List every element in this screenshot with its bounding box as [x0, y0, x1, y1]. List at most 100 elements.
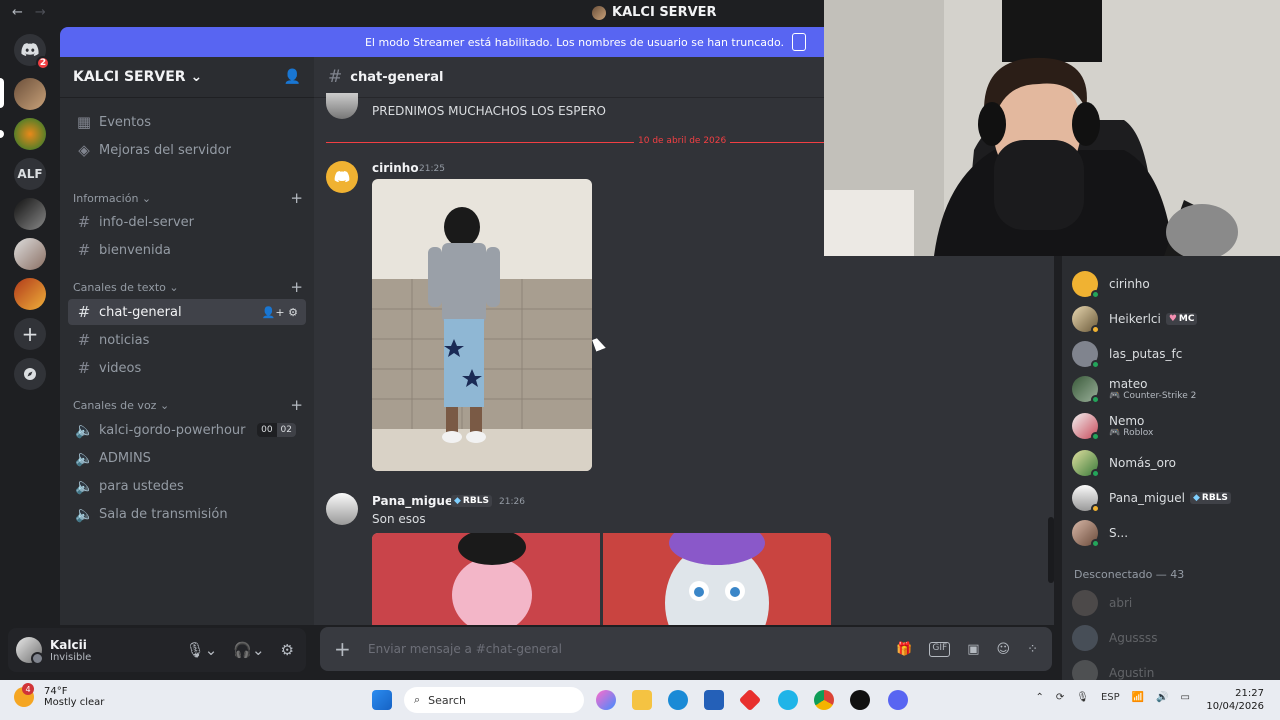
battery-icon[interactable]: ▭: [1181, 692, 1190, 703]
invite-people-icon[interactable]: 👤: [284, 69, 301, 85]
category-text[interactable]: Canales de texto ⌄ +: [73, 278, 303, 296]
add-channel-icon[interactable]: +: [290, 396, 303, 414]
user-status: Invisible: [50, 651, 92, 663]
wifi-icon[interactable]: 📶: [1132, 692, 1144, 703]
avatar: [1072, 450, 1100, 478]
speaker-icon: 🔈: [75, 421, 94, 439]
volume-icon[interactable]: 🔊: [1156, 692, 1168, 703]
add-channel-icon[interactable]: +: [290, 278, 303, 296]
server-face[interactable]: [14, 238, 46, 270]
app-blue-icon[interactable]: [778, 690, 798, 710]
server-orange[interactable]: [14, 118, 46, 150]
channel-info-del-server[interactable]: # info-del-server: [68, 209, 306, 235]
channel-videos[interactable]: # videos: [68, 355, 306, 381]
emoji-icon[interactable]: ☺: [997, 642, 1011, 657]
server-header[interactable]: KALCI SERVER ⌄ 👤: [60, 57, 314, 98]
voice-channel-admins[interactable]: 🔈 ADMINS: [68, 445, 306, 471]
obs-icon[interactable]: [850, 690, 870, 710]
member-item[interactable]: mateo 🎮 Counter-Strike 2: [1072, 373, 1196, 405]
store-icon[interactable]: [704, 690, 724, 710]
headphones-icon[interactable]: 🎧⌄: [233, 641, 264, 659]
refresh-icon[interactable]: ⟳: [1056, 692, 1064, 703]
member-name: Nomás_oro: [1109, 456, 1176, 470]
avatar[interactable]: [326, 493, 358, 525]
member-item[interactable]: Agussss: [1072, 622, 1157, 654]
member-item[interactable]: Agustin: [1072, 657, 1154, 680]
unread-pill: [0, 130, 4, 138]
avatar[interactable]: [16, 637, 44, 665]
direct-messages-button[interactable]: 2: [14, 34, 50, 70]
chrome-icon[interactable]: [814, 690, 834, 710]
server-kalci[interactable]: [14, 78, 46, 110]
chat-scrollbar[interactable]: [1048, 517, 1054, 583]
taskbar-clock[interactable]: 21:27 10/04/2026: [1206, 687, 1264, 713]
member-item[interactable]: cirinho: [1072, 268, 1150, 300]
settings-gear-icon[interactable]: ⚙: [281, 641, 294, 659]
taskbar-search[interactable]: ⌕ Search: [404, 687, 584, 713]
explore-button[interactable]: [14, 358, 46, 390]
voice-channel-para-ustedes[interactable]: 🔈 para ustedes: [68, 473, 306, 499]
add-server-button[interactable]: +: [14, 318, 46, 350]
server-alf[interactable]: ALF: [14, 158, 46, 190]
category-info[interactable]: Información ⌄ +: [73, 189, 303, 207]
speaker-icon: 🔈: [75, 449, 94, 467]
message-input[interactable]: Enviar mensaje a #chat-general: [368, 642, 848, 656]
avatar: [1072, 485, 1100, 513]
add-channel-icon[interactable]: +: [290, 189, 303, 207]
gif-icon[interactable]: GIF: [929, 641, 951, 657]
channel-chat-general[interactable]: # chat-general 👤+ ⚙: [68, 299, 306, 325]
language-indicator[interactable]: ESP: [1101, 692, 1120, 703]
member-item[interactable]: las_putas_fc: [1072, 338, 1182, 370]
events-item[interactable]: ▦ Eventos: [68, 109, 306, 135]
chevron-up-icon[interactable]: ⌃: [1035, 692, 1043, 703]
message-author[interactable]: cirinho: [372, 161, 419, 175]
server-dark[interactable]: [14, 198, 46, 230]
member-activity: Counter-Strike 2: [1123, 391, 1197, 401]
member-item[interactable]: S...: [1072, 517, 1128, 549]
image-attachment[interactable]: [372, 533, 600, 625]
discord-taskbar-icon[interactable]: [888, 690, 908, 710]
member-tag: ◆ RBLS: [1189, 492, 1231, 504]
member-name: S...: [1109, 526, 1129, 540]
file-explorer-icon[interactable]: [632, 690, 652, 710]
server-game[interactable]: [14, 278, 46, 310]
member-item[interactable]: abri: [1072, 587, 1132, 619]
hash-icon: #: [328, 67, 343, 87]
avatar: [1072, 413, 1100, 441]
channel-label: videos: [99, 360, 142, 376]
message-author[interactable]: Pana_miguel: [372, 494, 457, 508]
sticker-icon[interactable]: ▣: [967, 642, 979, 657]
image-attachment[interactable]: [603, 533, 831, 625]
channel-noticias[interactable]: # noticias: [68, 327, 306, 353]
mic-tray-icon[interactable]: 🎙: [1076, 692, 1089, 703]
member-item[interactable]: Pana_miguel ◆ RBLS: [1072, 482, 1231, 514]
upload-plus-icon[interactable]: +: [334, 637, 352, 661]
app-red-icon[interactable]: [738, 688, 762, 712]
edge-icon[interactable]: [668, 690, 688, 710]
avatar[interactable]: [326, 161, 358, 193]
back-arrow-icon[interactable]: ←: [12, 5, 23, 20]
forward-arrow-icon[interactable]: →: [35, 5, 46, 20]
member-item[interactable]: Nemo 🎮 Roblox: [1072, 410, 1153, 442]
streamer-mode-button[interactable]: [792, 33, 806, 51]
weather-widget[interactable]: 4 74°F Mostly clear: [14, 683, 104, 708]
channel-bienvenida[interactable]: # bienvenida: [68, 237, 306, 263]
username: Kalcii: [50, 637, 87, 652]
image-attachment[interactable]: [372, 179, 592, 471]
apps-icon[interactable]: ⁘: [1027, 642, 1038, 657]
category-voice[interactable]: Canales de voz ⌄ +: [73, 396, 303, 414]
gift-icon[interactable]: 🎁: [896, 642, 912, 657]
channel-settings-icons[interactable]: 👤+ ⚙: [262, 306, 298, 319]
server-boosts-item[interactable]: ◈ Mejoras del servidor: [68, 137, 306, 163]
voice-channel-sala[interactable]: 🔈 Sala de transmisión: [68, 501, 306, 527]
windows-start-icon[interactable]: [372, 690, 392, 710]
avatar[interactable]: [326, 93, 358, 119]
voice-channel-powerhour[interactable]: 🔈 kalci-gordo-powerhour 00 02: [68, 417, 306, 443]
diamond-icon: ◆: [454, 496, 461, 506]
member-item[interactable]: Heikerlci ♥ MC: [1072, 303, 1198, 335]
member-item[interactable]: Nomás_oro: [1072, 447, 1176, 479]
microphone-icon[interactable]: 🎙⌄: [186, 641, 218, 659]
weather-temp: 74°F: [44, 686, 68, 697]
copilot-icon[interactable]: [596, 690, 616, 710]
user-info[interactable]: Kalcii Invisible: [50, 638, 91, 663]
